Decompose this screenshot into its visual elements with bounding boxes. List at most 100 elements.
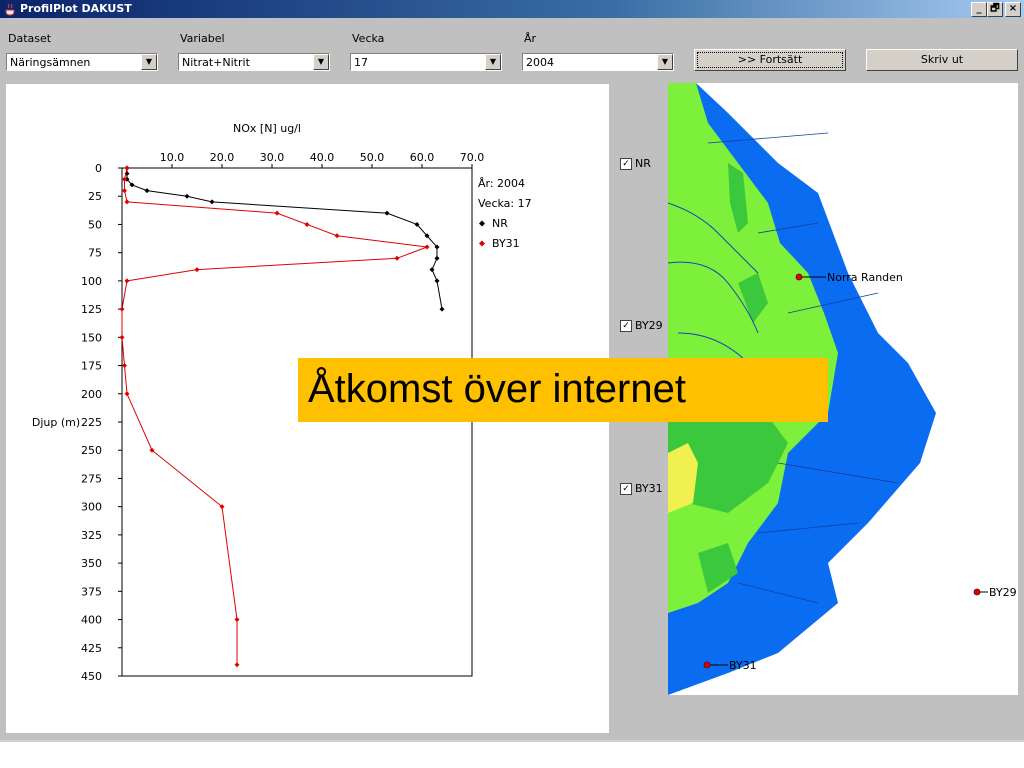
data-point-nr (144, 188, 150, 194)
data-point-by31 (124, 165, 130, 171)
data-point-by31 (122, 188, 127, 194)
dataset-value: Näringsämnen (10, 56, 91, 69)
data-point-by31 (122, 363, 127, 369)
data-point-nr (384, 210, 390, 216)
data-point-nr (434, 255, 440, 261)
y-tick-label: 275 (81, 472, 102, 485)
checkbox-by29-label: BY29 (635, 319, 663, 332)
y-tick-label: 175 (81, 360, 102, 373)
y-tick-label: 125 (81, 303, 102, 316)
legend-marker-by31 (479, 240, 485, 247)
legend-year: År: 2004 (478, 177, 525, 190)
chart-title: NOx [N] ug/l (233, 122, 301, 135)
check-icon[interactable]: ✓ (620, 483, 632, 495)
legend-label-by31: BY31 (492, 237, 520, 250)
station-label-by29: BY29 (989, 586, 1017, 599)
y-tick-label: 425 (81, 642, 102, 655)
application-window: ProfilPlot DAKUST _ 🗗 × Dataset Variabel… (0, 0, 1024, 740)
data-point-nr (209, 199, 215, 205)
variable-value: Nitrat+Nitrit (182, 56, 250, 69)
print-button[interactable]: Skriv ut (866, 49, 1018, 71)
bottom-separator (0, 740, 1024, 742)
legend-marker-nr (479, 220, 485, 227)
week-value: 17 (354, 56, 368, 69)
legend-label-nr: NR (492, 217, 508, 230)
year-select[interactable]: 2004 ▼ (522, 53, 674, 71)
x-tick-label: 40.0 (310, 151, 335, 164)
continue-button[interactable]: >> Fortsätt (694, 49, 846, 71)
chevron-down-icon[interactable]: ▼ (313, 54, 329, 70)
data-point-by31 (394, 255, 400, 261)
data-point-by31 (334, 233, 340, 239)
checkbox-by29[interactable]: ✓ BY29 (620, 319, 663, 332)
data-point-nr (429, 267, 435, 273)
y-tick-label: 350 (81, 557, 102, 570)
data-point-nr (184, 193, 190, 199)
y-tick-label: 300 (81, 501, 102, 514)
y-axis-label: Djup (m) (32, 416, 80, 429)
variable-select[interactable]: Nitrat+Nitrit ▼ (178, 53, 330, 71)
week-label: Vecka (352, 32, 385, 45)
station-marker-by29 (973, 588, 981, 596)
series-line-nr (126, 168, 443, 310)
y-tick-label: 400 (81, 614, 102, 627)
x-tick-label: 30.0 (260, 151, 285, 164)
data-point-by31 (124, 199, 130, 205)
data-point-by31 (234, 617, 240, 623)
checkbox-by31[interactable]: ✓ BY31 (620, 482, 663, 495)
y-tick-label: 250 (81, 444, 102, 457)
y-tick-label: 75 (88, 247, 102, 260)
data-point-by31 (194, 267, 200, 273)
close-button[interactable]: × (1005, 2, 1021, 17)
y-tick-label: 0 (95, 162, 102, 175)
data-point-by31 (119, 306, 125, 312)
y-tick-label: 325 (81, 529, 102, 542)
y-tick-label: 50 (88, 218, 102, 231)
y-tick-label: 225 (81, 416, 102, 429)
year-value: 2004 (526, 56, 554, 69)
station-marker-by31 (703, 661, 711, 669)
data-point-nr (439, 306, 445, 312)
year-label: År (524, 32, 537, 45)
check-icon[interactable]: ✓ (620, 158, 632, 170)
data-point-by31 (304, 221, 310, 227)
data-point-by31 (424, 244, 430, 250)
x-tick-label: 60.0 (410, 151, 435, 164)
chevron-down-icon[interactable]: ▼ (657, 54, 673, 70)
dataset-select[interactable]: Näringsämnen ▼ (6, 53, 158, 71)
java-cup-icon (5, 3, 15, 16)
title-bar[interactable]: ProfilPlot DAKUST _ 🗗 × (0, 0, 1024, 18)
check-icon[interactable]: ✓ (620, 320, 632, 332)
y-tick-label: 450 (81, 670, 102, 683)
week-select[interactable]: 17 ▼ (350, 53, 502, 71)
restore-button[interactable]: 🗗 (987, 2, 1003, 17)
chevron-down-icon[interactable]: ▼ (141, 54, 157, 70)
data-point-by31 (124, 391, 130, 397)
station-marker-norra-randen (795, 273, 803, 281)
y-tick-label: 100 (81, 275, 102, 288)
station-label-by31: BY31 (729, 659, 757, 672)
y-tick-label: 200 (81, 388, 102, 401)
data-point-by31 (119, 334, 125, 340)
chevron-down-icon[interactable]: ▼ (485, 54, 501, 70)
y-tick-label: 375 (81, 585, 102, 598)
station-label-norra-randen: Norra Randen (827, 271, 903, 284)
checkbox-nr[interactable]: ✓ NR (620, 157, 651, 170)
data-point-nr (434, 278, 440, 284)
x-tick-label: 70.0 (460, 151, 485, 164)
y-tick-label: 150 (81, 331, 102, 344)
variable-label: Variabel (180, 32, 225, 45)
banner-text: Åtkomst över internet (308, 367, 686, 411)
x-tick-label: 50.0 (360, 151, 385, 164)
x-tick-label: 20.0 (210, 151, 235, 164)
checkbox-nr-label: NR (635, 157, 651, 170)
dataset-label: Dataset (8, 32, 52, 45)
internet-access-banner: Åtkomst över internet (298, 358, 828, 422)
data-point-by31 (234, 662, 240, 668)
x-tick-label: 10.0 (160, 151, 185, 164)
window-title: ProfilPlot DAKUST (20, 2, 132, 15)
legend-week: Vecka: 17 (478, 197, 532, 210)
data-point-by31 (274, 210, 280, 216)
minimize-button[interactable]: _ (971, 2, 987, 17)
data-point-by31 (124, 278, 130, 284)
